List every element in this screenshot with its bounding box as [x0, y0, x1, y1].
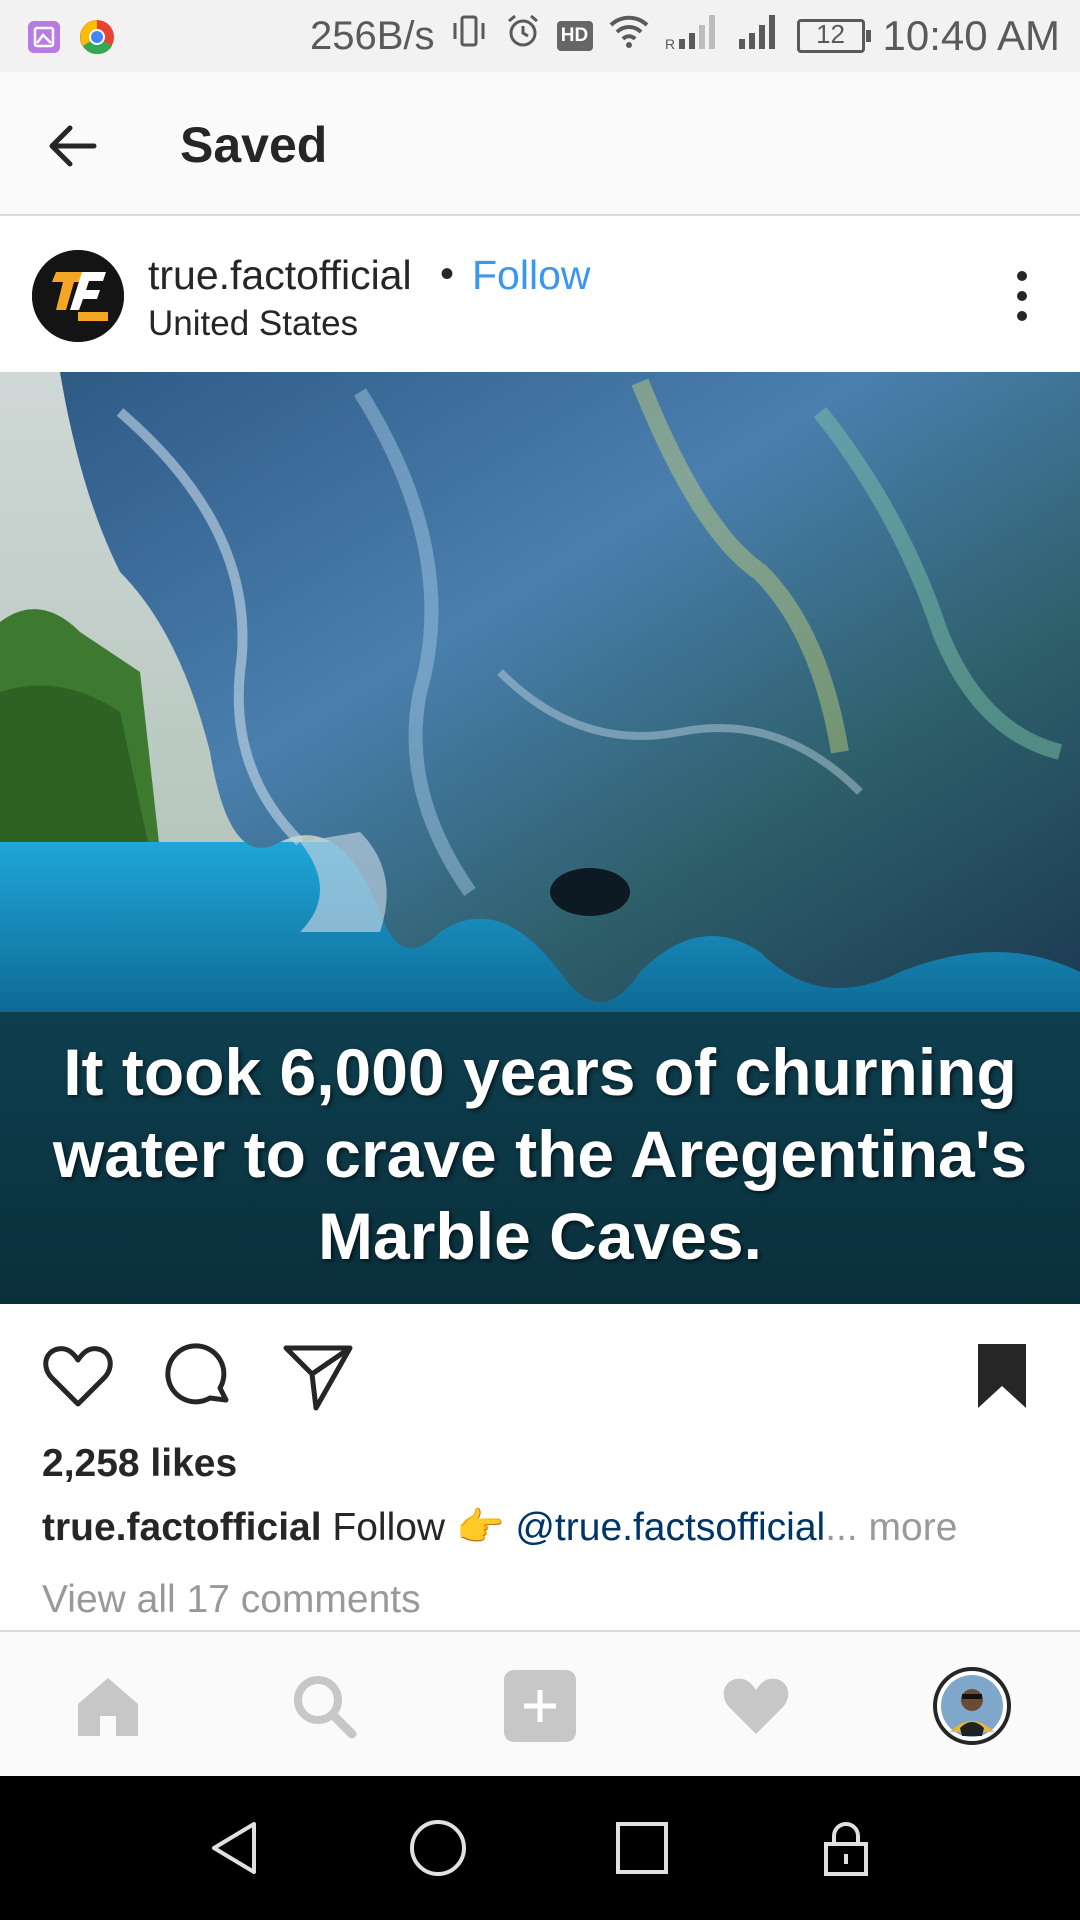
clock-time: 10:40 AM — [882, 12, 1060, 59]
recents-square-icon[interactable] — [610, 1816, 674, 1880]
bookmark-filled-icon[interactable] — [964, 1338, 1040, 1414]
image-text-overlay: It took 6,000 years of churning water to… — [0, 1012, 1080, 1304]
bottom-nav — [0, 1630, 1080, 1776]
status-bar: 256B/s HD R 12 10:40 AM — [0, 0, 1080, 72]
chrome-icon — [78, 18, 116, 61]
vertical-ellipsis-icon[interactable] — [1002, 266, 1042, 326]
caption-more-link[interactable]: more — [858, 1506, 958, 1549]
pointing-emoji: 👉 — [455, 1506, 505, 1549]
battery-level-text: 12 — [816, 19, 845, 49]
net-speed-text: 256B/s — [310, 13, 435, 58]
add-post-icon[interactable] — [504, 1670, 576, 1742]
alarm-icon — [503, 11, 543, 61]
app-bar: Saved — [0, 72, 1080, 216]
post-actions — [0, 1304, 1080, 1434]
system-nav-bar — [0, 1776, 1080, 1920]
image-text-line-3: Marble Caves. — [318, 1199, 762, 1273]
hd-icon: HD — [556, 21, 593, 51]
likes-count[interactable]: 2,258 likes — [42, 1442, 237, 1486]
heart-outline-icon[interactable] — [40, 1338, 116, 1414]
post-caption: true.factofficial Follow 👉 @true.factsof… — [42, 1504, 957, 1550]
image-text-line-2: water to crave the Aregentina's — [52, 1117, 1028, 1191]
search-icon[interactable] — [288, 1670, 360, 1742]
image-text-line-1: It took 6,000 years of churning — [63, 1035, 1017, 1109]
wifi-icon — [607, 11, 651, 61]
home-icon[interactable] — [72, 1670, 144, 1742]
post-username[interactable]: true.factofficial — [148, 252, 412, 299]
paper-plane-icon[interactable] — [280, 1338, 356, 1414]
signal-r-icon: R — [665, 11, 721, 61]
svg-text:R: R — [665, 36, 675, 51]
back-triangle-icon[interactable] — [204, 1816, 268, 1880]
post-header: true.factofficial • Follow United States — [0, 218, 1080, 372]
post-image[interactable]: It took 6,000 years of churning water to… — [0, 372, 1080, 1304]
vibrate-icon — [449, 11, 489, 61]
caption-mention[interactable]: @true.factsofficial — [515, 1506, 825, 1549]
separator-dot: • — [440, 252, 455, 296]
view-comments-link[interactable]: View all 17 comments — [42, 1578, 421, 1622]
profile-avatar[interactable] — [932, 1666, 1012, 1746]
home-circle-icon[interactable] — [406, 1816, 470, 1880]
arrow-left-icon[interactable] — [40, 114, 104, 178]
caption-ellipsis: ... — [825, 1506, 858, 1549]
battery-icon: 12 — [796, 19, 871, 53]
gallery-app-icon — [26, 19, 62, 60]
caption-username[interactable]: true.factofficial — [42, 1506, 322, 1549]
post-location[interactable]: United States — [148, 304, 358, 344]
lock-icon[interactable] — [814, 1816, 878, 1880]
comment-icon[interactable] — [160, 1338, 236, 1414]
activity-heart-icon[interactable] — [720, 1670, 792, 1742]
page-title: Saved — [180, 117, 328, 173]
account-avatar[interactable] — [32, 250, 124, 342]
follow-button[interactable]: Follow — [472, 252, 590, 299]
signal-icon — [735, 11, 783, 61]
caption-text: Follow — [321, 1506, 456, 1549]
